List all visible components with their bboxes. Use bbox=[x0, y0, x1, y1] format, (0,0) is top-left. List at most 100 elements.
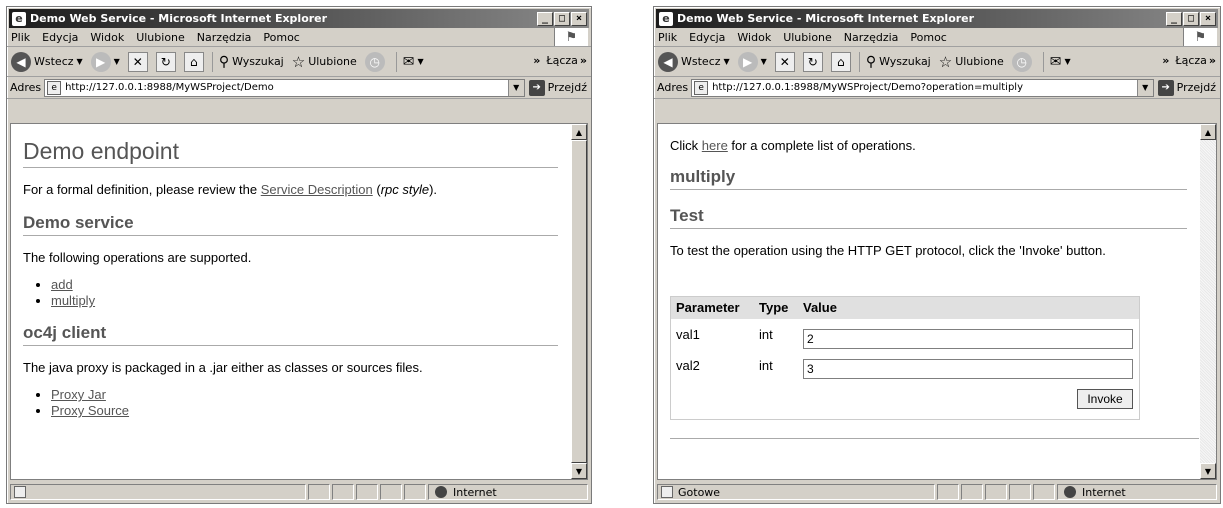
links-label[interactable]: Łącza bbox=[1175, 54, 1207, 67]
forward-arrow-icon: ▶ bbox=[90, 51, 111, 72]
address-dropdown-icon[interactable]: ▼ bbox=[1136, 79, 1153, 96]
favorites-button[interactable]: ☆ Ulubione bbox=[292, 53, 357, 71]
menu-help[interactable]: Pomoc bbox=[910, 31, 946, 44]
menu-file[interactable]: Plik bbox=[658, 31, 677, 44]
op-multiply-link[interactable]: multiply bbox=[51, 293, 95, 308]
home-button[interactable]: ⌂ bbox=[183, 51, 204, 72]
list-item: add bbox=[51, 277, 558, 293]
go-label: Przejdź bbox=[1176, 81, 1216, 94]
operations-list: add multiply bbox=[23, 277, 558, 309]
divider bbox=[670, 438, 1199, 439]
menu-tools[interactable]: Narzędzia bbox=[844, 31, 899, 44]
go-arrow-icon: ➔ bbox=[528, 79, 545, 96]
client-text: The java proxy is packaged in a .jar eit… bbox=[23, 360, 423, 375]
windows-flag-icon: ⚑ bbox=[1183, 28, 1217, 46]
invoke-button[interactable]: Invoke bbox=[1077, 389, 1133, 409]
stop-button[interactable]: ✕ bbox=[127, 51, 148, 72]
links-label[interactable]: Łącza bbox=[546, 54, 578, 67]
close-button[interactable]: × bbox=[1200, 11, 1216, 26]
windows-flag-icon: ⚑ bbox=[554, 28, 588, 46]
scroll-up-icon[interactable]: ▲ bbox=[571, 124, 587, 140]
ops-text: The following operations are supported. bbox=[23, 250, 252, 265]
menu-view[interactable]: Widok bbox=[737, 31, 771, 44]
scroll-down-icon[interactable]: ▼ bbox=[1200, 463, 1216, 479]
refresh-button[interactable]: ↻ bbox=[155, 51, 176, 72]
menu-view[interactable]: Widok bbox=[90, 31, 124, 44]
zone-label: Internet bbox=[1082, 485, 1126, 499]
forward-arrow-icon: ▶ bbox=[737, 51, 758, 72]
section-demo-service: Demo service bbox=[23, 213, 558, 236]
row2-param: val2 bbox=[676, 358, 700, 373]
ie-logo-icon: e bbox=[12, 11, 26, 26]
proxy-list: Proxy Jar Proxy Source bbox=[23, 387, 558, 419]
status-page-icon bbox=[14, 486, 26, 498]
operations-list-link[interactable]: here bbox=[702, 138, 728, 153]
proxy-source-link[interactable]: Proxy Source bbox=[51, 403, 129, 418]
close-button[interactable]: × bbox=[571, 11, 587, 26]
refresh-button[interactable]: ↻ bbox=[802, 51, 823, 72]
menu-tools[interactable]: Narzędzia bbox=[197, 31, 252, 44]
minimize-button[interactable]: _ bbox=[1166, 11, 1182, 26]
back-button[interactable]: ◀ Wstecz ▼ bbox=[658, 51, 730, 72]
toolbar: ◀ Wstecz ▼ ▶ ▼ ✕ ↻ ⌂ ⚲ Wyszukaj ☆ Ulubio… bbox=[7, 47, 591, 77]
maximize-button[interactable]: □ bbox=[1183, 11, 1199, 26]
service-description-link[interactable]: Service Description bbox=[261, 182, 373, 197]
page-title: Demo endpoint bbox=[23, 138, 558, 168]
page-content: Demo endpoint For a formal definition, p… bbox=[10, 123, 588, 480]
go-button[interactable]: ➔ Przejdź bbox=[528, 79, 587, 96]
vertical-scrollbar[interactable]: ▲ ▼ bbox=[1200, 124, 1216, 479]
star-icon: ☆ bbox=[938, 52, 953, 71]
proxy-jar-link[interactable]: Proxy Jar bbox=[51, 387, 106, 402]
zone-label: Internet bbox=[453, 485, 497, 499]
search-icon: ⚲ bbox=[218, 53, 230, 70]
history-button[interactable]: ◷ bbox=[1011, 51, 1035, 72]
address-dropdown-icon[interactable]: ▼ bbox=[507, 79, 524, 96]
back-button[interactable]: ◀ Wstecz ▼ bbox=[11, 51, 83, 72]
mail-icon: ✉ bbox=[402, 53, 415, 70]
toolbar: ◀ Wstecz ▼ ▶ ▼ ✕ ↻ ⌂ ⚲ Wyszukaj ☆ Ulubio… bbox=[654, 47, 1220, 77]
search-button[interactable]: ⚲ Wyszukaj bbox=[866, 54, 931, 70]
menu-file[interactable]: Plik bbox=[11, 31, 30, 44]
list-item: multiply bbox=[51, 293, 558, 309]
menu-edit[interactable]: Edycja bbox=[689, 31, 725, 44]
menu-edit[interactable]: Edycja bbox=[42, 31, 78, 44]
home-button[interactable]: ⌂ bbox=[830, 51, 851, 72]
history-icon: ◷ bbox=[1011, 51, 1032, 72]
menu-help[interactable]: Pomoc bbox=[263, 31, 299, 44]
toolbar-overflow-icon[interactable]: » bbox=[1162, 54, 1169, 67]
favorites-button[interactable]: ☆ Ulubione bbox=[939, 53, 1004, 71]
toolbar-overflow-icon[interactable]: » bbox=[533, 54, 540, 67]
intro-text: For a formal definition, please review t… bbox=[23, 182, 438, 197]
search-button[interactable]: ⚲ Wyszukaj bbox=[219, 54, 284, 70]
address-input[interactable]: e http://127.0.0.1:8988/MyWSProject/Demo… bbox=[691, 78, 1154, 97]
menu-favorites[interactable]: Ulubione bbox=[136, 31, 185, 44]
scroll-up-icon[interactable]: ▲ bbox=[1200, 124, 1216, 140]
scroll-down-icon[interactable]: ▼ bbox=[571, 463, 587, 479]
history-button[interactable]: ◷ bbox=[364, 51, 388, 72]
forward-button[interactable]: ▶ ▼ bbox=[90, 51, 120, 72]
go-button[interactable]: ➔ Przejdź bbox=[1157, 79, 1216, 96]
maximize-button[interactable]: □ bbox=[554, 11, 570, 26]
mail-button[interactable]: ✉ ▼ bbox=[403, 54, 424, 70]
address-text: http://127.0.0.1:8988/MyWSProject/Demo?o… bbox=[712, 82, 1024, 93]
stop-button[interactable]: ✕ bbox=[774, 51, 795, 72]
val1-input[interactable]: 2 bbox=[803, 329, 1133, 349]
favorites-label: Ulubione bbox=[308, 55, 357, 68]
vertical-scrollbar[interactable]: ▲ ▼ bbox=[571, 124, 587, 479]
stop-icon: ✕ bbox=[127, 51, 148, 72]
col-type: Type bbox=[759, 300, 789, 315]
val2-input[interactable]: 3 bbox=[803, 359, 1133, 379]
address-input[interactable]: e http://127.0.0.1:8988/MyWSProject/Demo… bbox=[44, 78, 525, 97]
mail-button[interactable]: ✉ ▼ bbox=[1050, 54, 1071, 70]
minimize-button[interactable]: _ bbox=[537, 11, 553, 26]
status-bar: Gotowe Internet bbox=[657, 483, 1217, 501]
go-arrow-icon: ➔ bbox=[1157, 79, 1174, 96]
op-add-link[interactable]: add bbox=[51, 277, 73, 292]
test-text: To test the operation using the HTTP GET… bbox=[670, 243, 1106, 258]
page-icon: e bbox=[694, 80, 709, 95]
menu-favorites[interactable]: Ulubione bbox=[783, 31, 832, 44]
internet-zone-icon bbox=[1064, 486, 1076, 498]
forward-button[interactable]: ▶ ▼ bbox=[737, 51, 767, 72]
status-text: Gotowe bbox=[678, 485, 721, 499]
scroll-thumb[interactable] bbox=[571, 140, 587, 463]
